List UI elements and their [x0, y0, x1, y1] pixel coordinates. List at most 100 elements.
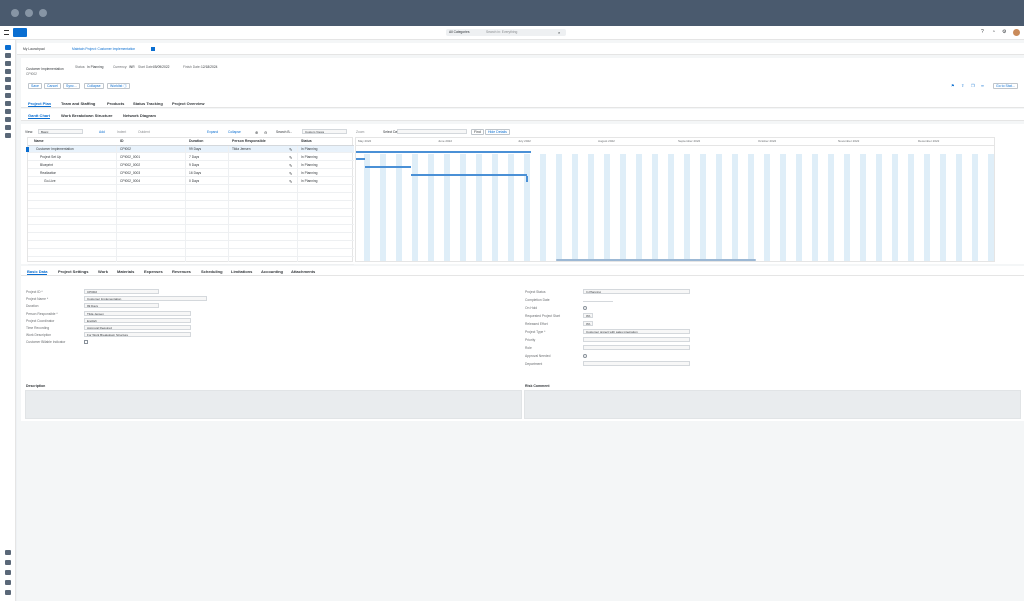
- nav-item-icon[interactable]: [5, 580, 11, 585]
- field-value[interactable]: 0%: [583, 313, 593, 318]
- field-value[interactable]: In Planning: [583, 289, 690, 294]
- table-row[interactable]: [28, 242, 354, 249]
- tab-revenues[interactable]: Revenues: [172, 269, 191, 274]
- field-value[interactable]: 0%: [583, 321, 593, 326]
- home-icon[interactable]: [5, 45, 11, 50]
- window-minimize-icon[interactable]: [25, 9, 33, 17]
- table-row[interactable]: [28, 226, 354, 233]
- nav-item-icon[interactable]: [5, 93, 11, 98]
- window-maximize-icon[interactable]: [39, 9, 47, 17]
- tab-network-diagram[interactable]: Network Diagram: [123, 113, 156, 118]
- go-to-stat-button[interactable]: Go to Stat...: [993, 83, 1018, 89]
- expand-button[interactable]: Expand: [207, 130, 218, 135]
- col-person[interactable]: Person Responsible: [230, 138, 266, 145]
- edit-person-icon[interactable]: ✎: [289, 171, 292, 176]
- field-value[interactable]: Approval Required: [84, 325, 191, 330]
- breadcrumb-current[interactable]: Maintain Project: Customer Implementatio…: [72, 47, 135, 52]
- nav-item-icon[interactable]: [5, 550, 11, 555]
- edit-person-icon[interactable]: ✎: [289, 155, 292, 160]
- table-row[interactable]: [28, 194, 354, 201]
- collapse-button[interactable]: Collapse: [84, 83, 104, 89]
- add-button[interactable]: Add: [99, 130, 105, 135]
- search-scope[interactable]: All Categories: [449, 30, 470, 35]
- tab-team-staffing[interactable]: Team and Staffing: [61, 101, 95, 106]
- field-value[interactable]: Customer project with sales integration: [583, 329, 690, 334]
- field-value[interactable]: 99 Days: [84, 303, 159, 309]
- save-button[interactable]: Save: [28, 83, 42, 89]
- table-row[interactable]: [28, 234, 354, 241]
- nav-item-icon[interactable]: [5, 101, 11, 106]
- search-field[interactable]: All Categories Search in: Everything ⌕: [446, 29, 566, 36]
- field-value[interactable]: For Work Breakdown Structure: [84, 332, 191, 338]
- edit-person-icon[interactable]: ✎: [289, 179, 292, 184]
- risk-comment-textarea[interactable]: [524, 390, 1021, 419]
- gantt-bar-project[interactable]: [356, 151, 531, 153]
- table-row[interactable]: [28, 210, 354, 217]
- nav-item-icon[interactable]: [5, 77, 11, 82]
- field-value[interactable]: Tilda Jensen: [84, 310, 191, 316]
- outdent-button[interactable]: Outdent: [138, 130, 150, 135]
- table-row[interactable]: Realization CPI002_0003 16 Days In Planning…: [28, 170, 354, 177]
- tab-gantt-chart[interactable]: Gantt Chart: [28, 113, 50, 119]
- tab-project-settings[interactable]: Project Settings: [58, 269, 88, 274]
- nav-item-icon[interactable]: [5, 109, 11, 114]
- link-icon[interactable]: ∞: [981, 83, 984, 88]
- tab-accounting[interactable]: Accounting: [261, 269, 283, 274]
- avatar[interactable]: [1013, 29, 1020, 36]
- col-id[interactable]: ID: [118, 138, 124, 145]
- settings-icon[interactable]: ⚙: [1002, 30, 1006, 35]
- zoom-in-icon[interactable]: ⊕: [255, 130, 258, 135]
- tab-scheduling[interactable]: Scheduling: [201, 269, 223, 274]
- table-row[interactable]: Blueprint CPI002_0002 9 Days In Planning ✎: [28, 162, 354, 169]
- gantt-bar-setup[interactable]: [356, 158, 365, 160]
- table-row[interactable]: [28, 186, 354, 193]
- nav-item-icon[interactable]: [5, 125, 11, 130]
- field-value[interactable]: [583, 337, 690, 342]
- table-row[interactable]: [28, 202, 354, 209]
- edit-person-icon[interactable]: ✎: [289, 163, 292, 168]
- copy-icon[interactable]: ❐: [971, 83, 975, 88]
- tab-limitations[interactable]: Limitations: [231, 269, 252, 274]
- tab-materials[interactable]: Materials: [117, 269, 134, 274]
- date-field[interactable]: [397, 129, 467, 134]
- nav-item-icon[interactable]: [5, 85, 11, 90]
- find-button[interactable]: Find: [471, 129, 484, 135]
- field-value[interactable]: [583, 345, 690, 350]
- tab-status-tracking[interactable]: Status Tracking: [133, 101, 163, 106]
- tab-work[interactable]: Work: [98, 269, 108, 274]
- gantt-bar-blueprint[interactable]: [365, 166, 411, 168]
- nav-item-icon[interactable]: [5, 61, 11, 66]
- worklist-button[interactable]: Worklist ⓘ: [107, 83, 130, 89]
- tab-products[interactable]: Products: [107, 101, 124, 106]
- billable-checkbox[interactable]: [84, 340, 88, 345]
- table-row[interactable]: [28, 258, 354, 265]
- table-row[interactable]: Project Set Up CPI002_0001 7 Days In Planni…: [28, 154, 354, 161]
- nav-item-icon[interactable]: [5, 133, 11, 138]
- zoom-out-icon[interactable]: ⊖: [264, 130, 267, 135]
- toggle-radio[interactable]: [583, 354, 587, 358]
- table-row[interactable]: Go-Live CPI002_0004 0 Days In Planning ✎: [28, 178, 354, 185]
- tab-project-plan[interactable]: Project Plan: [28, 101, 52, 107]
- breadcrumb-home[interactable]: My Launchpad: [23, 47, 45, 52]
- hide-details-button[interactable]: Hide Details: [485, 129, 510, 135]
- col-duration[interactable]: Duration: [187, 138, 203, 145]
- gantt-scrollbar[interactable]: [556, 259, 756, 261]
- table-row[interactable]: Customer Implementation CPI002 99 Days Tild…: [28, 146, 354, 153]
- custom-views-select[interactable]: Custom Views: [302, 129, 347, 134]
- field-value[interactable]: CPI002: [84, 289, 159, 294]
- tab-attachments[interactable]: Attachments: [291, 269, 315, 274]
- field-value[interactable]: [583, 361, 690, 366]
- nav-item-icon[interactable]: [5, 117, 11, 122]
- field-value[interactable]: English: [84, 317, 191, 323]
- nav-item-icon[interactable]: [5, 590, 11, 595]
- tab-wbs[interactable]: Work Breakdown Structure: [61, 113, 113, 118]
- field-value[interactable]: Customer Implementation: [84, 296, 207, 302]
- window-close-icon[interactable]: [11, 9, 19, 17]
- table-row[interactable]: [28, 218, 354, 225]
- sap-logo[interactable]: [13, 28, 27, 37]
- flag-icon[interactable]: ⚑: [951, 83, 955, 88]
- sync-button[interactable]: Sync...: [63, 83, 80, 89]
- edit-person-icon[interactable]: ✎: [289, 147, 292, 152]
- tab-expenses[interactable]: Expenses: [144, 269, 163, 274]
- description-textarea[interactable]: [25, 390, 522, 419]
